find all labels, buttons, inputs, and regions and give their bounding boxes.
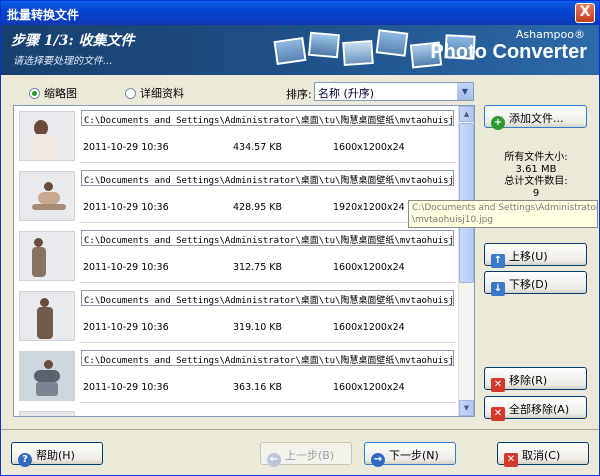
file-date: 2011-10-29 10:36: [83, 202, 169, 213]
move-up-button[interactable]: ↑ 上移(U): [484, 243, 587, 268]
close-button[interactable]: X: [575, 3, 595, 23]
plus-icon: +: [491, 116, 505, 130]
file-count-value: 9: [532, 188, 540, 199]
list-item[interactable]: C:\Documents and Settings\Administrator\…: [14, 106, 460, 166]
total-size-label: 所有文件大小:: [504, 152, 568, 163]
file-stats: 所有文件大小: 3.61 MB 总计文件数目: 9: [485, 152, 587, 200]
file-path: C:\Documents and Settings\Administrator\…: [81, 350, 454, 366]
batch-convert-window: 批量转换文件 X 步骤 1/3: 收集文件 请选择要处理的文件... Asham…: [0, 0, 600, 476]
help-label: 帮助(H): [36, 449, 75, 462]
file-count-label: 总计文件数目:: [504, 176, 568, 187]
back-button[interactable]: ← 上一步(B): [260, 442, 352, 467]
list-item[interactable]: C:\Documents and Settings\Administrator\…: [14, 166, 460, 226]
tooltip-line-2: \mvtaohuisj10.jpg: [412, 215, 494, 225]
list-item[interactable]: C:\Documents and Settings\Administrator\…: [14, 226, 460, 286]
step-subtitle: 请选择要处理的文件...: [13, 56, 113, 67]
chevron-down-icon[interactable]: ▼: [457, 83, 473, 100]
title-bar[interactable]: 批量转换文件 X: [1, 1, 599, 25]
arrow-left-icon: ←: [267, 453, 281, 467]
file-list[interactable]: C:\Documents and Settings\Administrator\…: [13, 105, 475, 417]
scroll-up-icon[interactable]: ▲: [459, 106, 474, 122]
back-label: 上一步(B): [285, 449, 335, 462]
file-dimensions: 1600x1200x24: [333, 142, 405, 153]
remove-all-button[interactable]: ✕ 全部移除(A): [484, 396, 587, 421]
file-thumbnail: [19, 111, 75, 161]
arrow-right-icon: →: [371, 453, 385, 467]
move-down-label: 下移(D): [509, 278, 549, 291]
footer-divider: [1, 429, 599, 430]
sort-label: 排序:: [286, 88, 312, 101]
file-dimensions: 1920x1200x24: [333, 202, 405, 213]
list-item[interactable]: C:\Documents and Settings\Administrator\…: [14, 286, 460, 346]
remove-all-icon: ✕: [491, 407, 505, 421]
row-divider: [80, 402, 456, 403]
file-date: 2011-10-29 10:36: [83, 142, 169, 153]
file-size: 434.57 KB: [233, 142, 283, 153]
help-button[interactable]: ? 帮助(H): [11, 442, 103, 467]
file-path: C:\Documents and Settings\Administrator\…: [81, 230, 454, 246]
file-path: C:\Documents and Settings\Administrator\…: [81, 290, 454, 306]
remove-icon: ✕: [491, 378, 505, 392]
row-divider: [80, 222, 456, 223]
file-date: 2011-10-29 10:36: [83, 322, 169, 333]
vertical-scrollbar[interactable]: ▲ ▼: [458, 106, 474, 416]
radio-unselected-icon: [125, 88, 136, 99]
help-icon: ?: [18, 453, 32, 467]
file-path: C:\Documents and Settings\Administrator\…: [81, 110, 454, 126]
file-size: 319.10 KB: [233, 322, 283, 333]
file-path-tooltip: C:\Documents and Settings\Administrator\…: [408, 200, 598, 228]
total-size-value: 3.61 MB: [515, 164, 557, 175]
brand-name-small: Ashampoo®: [515, 28, 585, 41]
add-files-button[interactable]: + 添加文件...: [484, 105, 587, 130]
list-item[interactable]: C:\Documents and Settings\Administrator\…: [14, 346, 460, 406]
next-button[interactable]: → 下一步(N): [364, 442, 456, 467]
move-up-label: 上移(U): [509, 250, 548, 263]
file-size: 428.95 KB: [233, 202, 283, 213]
radio-selected-icon: [29, 88, 40, 99]
scroll-down-icon[interactable]: ▼: [459, 400, 474, 416]
tooltip-line-1: C:\Documents and Settings\Administrator\…: [412, 203, 597, 213]
file-thumbnail: [19, 231, 75, 281]
file-thumbnail: [19, 411, 75, 416]
add-files-label: 添加文件...: [509, 112, 564, 125]
arrow-down-icon: ↓: [491, 282, 505, 296]
file-dimensions: 1600x1200x24: [333, 262, 405, 273]
file-thumbnail: [19, 351, 75, 401]
file-date: 2011-10-29 10:36: [83, 262, 169, 273]
details-view-label: 详细资料: [140, 87, 184, 100]
thumbnail-view-label: 缩略图: [44, 87, 77, 100]
details-view-radio[interactable]: 详细资料: [125, 85, 184, 101]
cancel-label: 取消(C): [522, 449, 561, 462]
next-label: 下一步(N): [389, 449, 439, 462]
list-item[interactable]: [14, 406, 460, 416]
row-divider: [80, 342, 456, 343]
cancel-icon: ✕: [504, 453, 518, 467]
file-dimensions: 1600x1200x24: [333, 382, 405, 393]
file-path: C:\Documents and Settings\Administrator\…: [81, 170, 454, 186]
step-title: 步骤 1/3: 收集文件: [11, 33, 135, 49]
arrow-up-icon: ↑: [491, 254, 505, 268]
remove-all-label: 全部移除(A): [509, 403, 570, 416]
file-size: 312.75 KB: [233, 262, 283, 273]
file-thumbnail: [19, 171, 75, 221]
remove-button[interactable]: ✕ 移除(R): [484, 367, 587, 392]
file-dimensions: 1600x1200x24: [333, 322, 405, 333]
file-thumbnail: [19, 291, 75, 341]
cancel-button[interactable]: ✕ 取消(C): [497, 442, 589, 467]
remove-label: 移除(R): [509, 374, 548, 387]
sort-dropdown[interactable]: 名称 (升序) ▼: [314, 82, 474, 101]
brand-name: Photo Converter: [430, 41, 587, 63]
file-size: 363.16 KB: [233, 382, 283, 393]
move-down-button[interactable]: ↓ 下移(D): [484, 271, 587, 296]
row-divider: [80, 282, 456, 283]
sort-value: 名称 (升序): [318, 87, 375, 100]
file-date: 2011-10-29 10:36: [83, 382, 169, 393]
row-divider: [80, 162, 456, 163]
window-title: 批量转换文件: [7, 8, 80, 22]
thumbnail-view-radio[interactable]: 缩略图: [29, 85, 77, 101]
header-banner: 步骤 1/3: 收集文件 请选择要处理的文件... Ashampoo® Phot…: [1, 25, 599, 75]
